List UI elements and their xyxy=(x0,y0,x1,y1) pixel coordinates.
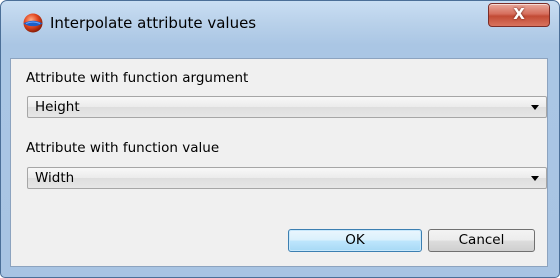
value-attribute-value: Width xyxy=(35,170,75,186)
argument-attribute-value: Height xyxy=(35,99,80,115)
dialog-window: Interpolate attribute values X Attribute… xyxy=(0,0,560,278)
window-title: Interpolate attribute values xyxy=(50,14,257,32)
value-attribute-select[interactable]: Width xyxy=(27,167,547,189)
title-bar[interactable]: Interpolate attribute values X xyxy=(1,1,559,45)
chevron-down-icon xyxy=(531,176,539,181)
argument-attribute-select[interactable]: Height xyxy=(27,96,547,118)
argument-attribute-label: Attribute with function argument xyxy=(26,70,249,86)
chevron-down-icon xyxy=(531,105,539,110)
value-attribute-label: Attribute with function value xyxy=(26,140,220,156)
cancel-button[interactable]: Cancel xyxy=(428,229,535,252)
app-logo-icon xyxy=(22,12,44,34)
close-button[interactable]: X xyxy=(488,3,550,27)
ok-button[interactable]: OK xyxy=(288,229,422,252)
